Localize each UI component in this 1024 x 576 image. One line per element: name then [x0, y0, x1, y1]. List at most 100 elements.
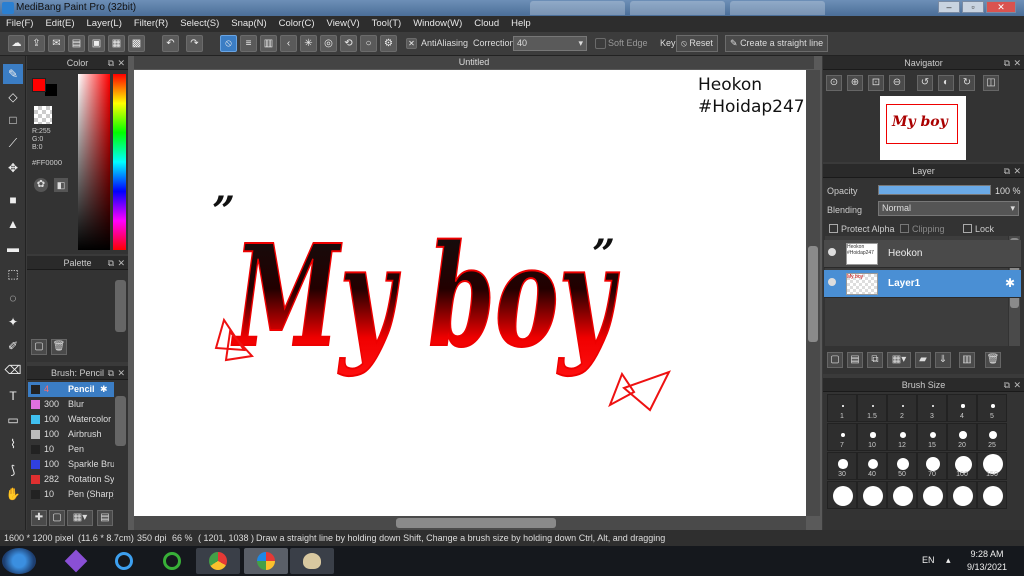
curve-snap-icon[interactable]: ⟲	[340, 35, 357, 52]
menu-color[interactable]: Color(C)	[273, 16, 321, 32]
menu-edit[interactable]: Edit(E)	[39, 16, 80, 32]
start-button[interactable]	[2, 548, 36, 574]
navigator-preview[interactable]: My boy	[880, 96, 966, 160]
lasso-tool-icon[interactable]: ◌	[3, 288, 23, 308]
brush-size-cell[interactable]: 1.5	[857, 394, 887, 422]
add-brush-icon[interactable]: ✚	[31, 510, 47, 526]
bucket-tool-icon[interactable]: ▲	[3, 214, 23, 234]
copy-brush-icon[interactable]: ▢	[49, 510, 65, 526]
layer-row[interactable]: My boy Layer1 ✱	[824, 270, 1021, 298]
new-folder-icon[interactable]: ▰	[915, 352, 931, 368]
layer-settings-gear-icon[interactable]: ✱	[1005, 276, 1015, 290]
fill-rect-tool-icon[interactable]: ■	[3, 190, 23, 210]
float-icon[interactable]: ⧉	[1004, 378, 1010, 392]
new-layer-icon[interactable]: ▢	[827, 352, 843, 368]
close-icon[interactable]: ✕	[1013, 164, 1021, 178]
visual-studio-icon[interactable]	[56, 548, 96, 574]
menu-window[interactable]: Window(W)	[407, 16, 468, 32]
dot-brush-tool-icon[interactable]: ⟋	[3, 133, 23, 153]
snap-settings-icon[interactable]: ⚙	[380, 35, 397, 52]
chrome-icon[interactable]	[196, 548, 240, 574]
delete-palette-icon[interactable]: 🗑	[51, 339, 67, 355]
opacity-slider[interactable]	[878, 185, 991, 195]
rectangle-tool-icon[interactable]: □	[3, 110, 23, 130]
zoom-fit-icon[interactable]: ⊙	[826, 75, 842, 91]
palette-scrollbar[interactable]	[115, 280, 126, 332]
close-icon[interactable]: ✕	[117, 56, 125, 70]
merge-down-icon[interactable]: ⇓	[935, 352, 951, 368]
protect-alpha-checkbox[interactable]	[829, 224, 838, 233]
flip-horizontal-icon[interactable]: ◫	[983, 75, 999, 91]
brush-size-cell[interactable]: 50	[887, 452, 917, 480]
brush-size-cell[interactable]	[947, 481, 977, 509]
float-icon[interactable]: ⧉	[1004, 164, 1010, 178]
brush-list-scrollbar[interactable]	[115, 396, 126, 446]
brush-size-cell[interactable]	[857, 481, 887, 509]
delete-layer-icon[interactable]: 🗑	[985, 352, 1001, 368]
menu-select[interactable]: Select(S)	[174, 16, 225, 32]
brush-size-cell[interactable]: 70	[917, 452, 947, 480]
canvas-vertical-scrollbar[interactable]	[806, 70, 820, 516]
brush-size-cell[interactable]	[827, 481, 857, 509]
float-icon[interactable]: ⧉	[108, 256, 114, 270]
brush-menu-icon[interactable]: ▦▾	[67, 510, 93, 526]
transparent-color-swatch[interactable]	[34, 106, 52, 124]
lock-checkbox[interactable]	[963, 224, 972, 233]
brush-size-cell[interactable]	[887, 481, 917, 509]
close-icon[interactable]: ✕	[1013, 378, 1021, 392]
gradient-tool-icon[interactable]: ▬	[3, 238, 23, 258]
brush-size-cell[interactable]: 20	[947, 423, 977, 451]
tray-up-icon[interactable]: ▴	[946, 555, 951, 566]
float-icon[interactable]: ⧉	[108, 56, 114, 70]
float-icon[interactable]: ⧉	[1004, 56, 1010, 70]
menu-view[interactable]: View(V)	[321, 16, 366, 32]
grid-icon[interactable]: ▩	[128, 35, 145, 52]
correction-select[interactable]: 40 ▾	[513, 36, 587, 51]
visibility-eye-icon[interactable]	[828, 278, 836, 286]
language-indicator[interactable]: EN	[922, 555, 935, 565]
select-pen-tool-icon[interactable]: ✐	[3, 336, 23, 356]
green-app-icon[interactable]	[152, 548, 192, 574]
share-icon[interactable]: ⇪	[28, 35, 45, 52]
hue-slider[interactable]	[113, 74, 126, 250]
magic-wand-tool-icon[interactable]: ✦	[3, 312, 23, 332]
canvas-horizontal-scrollbar[interactable]	[134, 516, 806, 530]
clipping-checkbox[interactable]	[900, 224, 909, 233]
select-eraser-tool-icon[interactable]: ⌫	[3, 360, 23, 380]
brush-tool-icon[interactable]: ✎	[3, 64, 23, 84]
brush-size-cell[interactable]: 4	[947, 394, 977, 422]
document-tab[interactable]: Untitled	[134, 56, 814, 69]
reset-button[interactable]: ⦸ Reset	[676, 35, 718, 52]
brush-size-cell[interactable]: 12	[887, 423, 917, 451]
menu-help[interactable]: Help	[505, 16, 537, 32]
brush-size-cell[interactable]: 25	[977, 423, 1007, 451]
rotate-right-icon[interactable]: ↻	[959, 75, 975, 91]
duplicate-layer-icon[interactable]: ⧉	[867, 352, 883, 368]
blending-select[interactable]: Normal ▾	[878, 201, 1019, 216]
tile-icon[interactable]: ▦	[108, 35, 125, 52]
brush-size-cell[interactable]: 150	[977, 452, 1007, 480]
straight-line-button[interactable]: ✎ Create a straight line	[725, 35, 829, 52]
brush-size-cell[interactable]: 2	[887, 394, 917, 422]
brush-item[interactable]: 282 Rotation Symmetry	[28, 472, 114, 487]
comment-icon[interactable]: ✉	[48, 35, 65, 52]
minimize-button[interactable]: –	[938, 1, 960, 13]
brush-item[interactable]: 300 Blur	[28, 397, 114, 412]
clock[interactable]: 9:28 AM 9/13/2021	[962, 548, 1012, 574]
antialiasing-checkbox[interactable]: ✕	[406, 38, 417, 49]
menu-cloud[interactable]: Cloud	[468, 16, 505, 32]
color-mixer-icon[interactable]: ◧	[54, 178, 68, 192]
brush-size-cell[interactable]: 15	[917, 423, 947, 451]
internet-explorer-icon[interactable]	[104, 548, 144, 574]
maximize-button[interactable]: ▫	[962, 1, 984, 13]
menu-layer[interactable]: Layer(L)	[81, 16, 128, 32]
close-icon[interactable]: ✕	[117, 366, 125, 380]
save-icon[interactable]: ▣	[88, 35, 105, 52]
medibang-taskbar-icon[interactable]	[244, 548, 288, 574]
layer-row[interactable]: Heokon #Hoidap247 Heokon	[824, 240, 1021, 268]
eyedropper-alt-icon[interactable]: ⟆	[3, 460, 23, 480]
brush-size-cell[interactable]	[977, 481, 1007, 509]
gear-icon[interactable]: ✱	[100, 382, 108, 397]
text-tool-icon[interactable]: T	[3, 386, 23, 406]
close-icon[interactable]: ✕	[1013, 56, 1021, 70]
